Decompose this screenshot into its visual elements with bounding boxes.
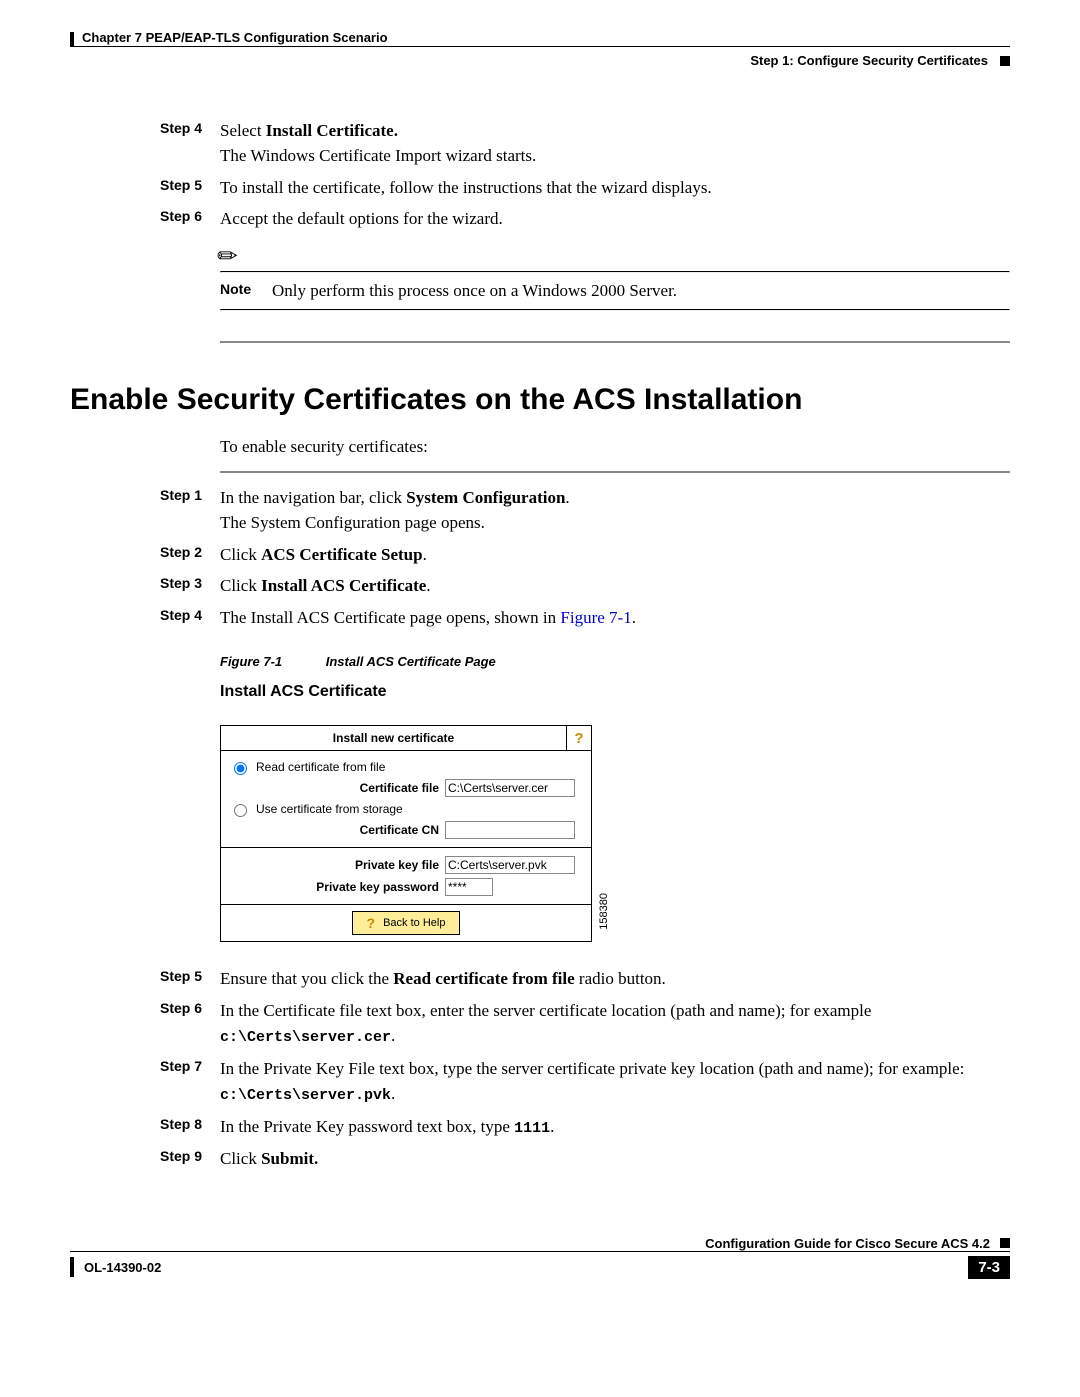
step6-body: Accept the default options for the wizar… — [220, 206, 1010, 232]
section-title: Enable Security Certificates on the ACS … — [70, 383, 1010, 417]
estep4-label: Step 4 — [160, 605, 220, 626]
estep4-body: The Install ACS Certificate page opens, … — [220, 605, 1010, 631]
header-chapter: Chapter 7 PEAP/EAP-TLS Configuration Sce… — [70, 30, 388, 46]
pkfile-input[interactable] — [445, 856, 575, 874]
estep1-body: In the navigation bar, click System Conf… — [220, 485, 1010, 536]
estep2-body: Click ACS Certificate Setup. — [220, 542, 1010, 568]
estep3-label: Step 3 — [160, 573, 220, 594]
install-cert-dialog: Install new certificate ? Read certifica… — [220, 725, 592, 942]
note-pen-icon: ✎ — [211, 239, 246, 274]
pkpass-input[interactable] — [445, 878, 493, 896]
radio-read-file[interactable] — [234, 762, 247, 775]
certcn-label: Certificate CN — [229, 823, 445, 837]
figure-caption: Install ACS Certificate Page — [326, 654, 496, 669]
estep9-body: Click Submit. — [220, 1146, 1010, 1172]
dialog-title: Install new certificate — [221, 726, 566, 750]
step5-label: Step 5 — [160, 175, 220, 196]
figure-link[interactable]: Figure 7-1 — [560, 608, 631, 627]
estep8-label: Step 8 — [160, 1114, 220, 1135]
figure-sideid: 158380 — [598, 893, 610, 930]
estep6-label: Step 6 — [160, 998, 220, 1019]
certfile-label: Certificate file — [229, 781, 445, 795]
estep7-body: In the Private Key File text box, type t… — [220, 1056, 1010, 1108]
certcn-input[interactable] — [445, 821, 575, 839]
estep6-body: In the Certificate file text box, enter … — [220, 998, 1010, 1050]
estep9-label: Step 9 — [160, 1146, 220, 1167]
footer-docid: OL-14390-02 — [84, 1260, 161, 1275]
figure-title: Install ACS Certificate — [220, 683, 1010, 701]
radio-read-file-label: Read certificate from file — [256, 760, 385, 774]
footer-bar-icon — [70, 1257, 74, 1277]
estep8-body: In the Private Key password text box, ty… — [220, 1114, 1010, 1141]
step6-label: Step 6 — [160, 206, 220, 227]
estep1-label: Step 1 — [160, 485, 220, 506]
figure-id: Figure 7-1 — [220, 654, 282, 669]
intro-text: To enable security certificates: — [220, 437, 1010, 457]
estep7-label: Step 7 — [160, 1056, 220, 1077]
pkpass-label: Private key password — [229, 880, 445, 894]
page-number: 7-3 — [968, 1256, 1010, 1279]
radio-from-storage-label: Use certificate from storage — [256, 802, 403, 816]
estep5-label: Step 5 — [160, 966, 220, 987]
footer-guide: Configuration Guide for Cisco Secure ACS… — [705, 1236, 990, 1251]
help-icon: ? — [367, 915, 376, 931]
footer-square-icon — [1000, 1238, 1010, 1248]
pkfile-label: Private key file — [229, 858, 445, 872]
back-to-help-button[interactable]: ? Back to Help — [352, 911, 461, 935]
step4-body: Select Install Certificate. The Windows … — [220, 118, 1010, 169]
step5-body: To install the certificate, follow the i… — [220, 175, 1010, 201]
header-section: Step 1: Configure Security Certificates — [750, 53, 988, 68]
dialog-help-icon[interactable]: ? — [566, 726, 591, 750]
step4-label: Step 4 — [160, 118, 220, 139]
estep3-body: Click Install ACS Certificate. — [220, 573, 1010, 599]
estep2-label: Step 2 — [160, 542, 220, 563]
certfile-input[interactable] — [445, 779, 575, 797]
note-text: Only perform this process once on a Wind… — [272, 281, 677, 301]
radio-from-storage[interactable] — [234, 804, 247, 817]
note-label: Note — [220, 281, 272, 297]
estep5-body: Ensure that you click the Read certifica… — [220, 966, 1010, 992]
